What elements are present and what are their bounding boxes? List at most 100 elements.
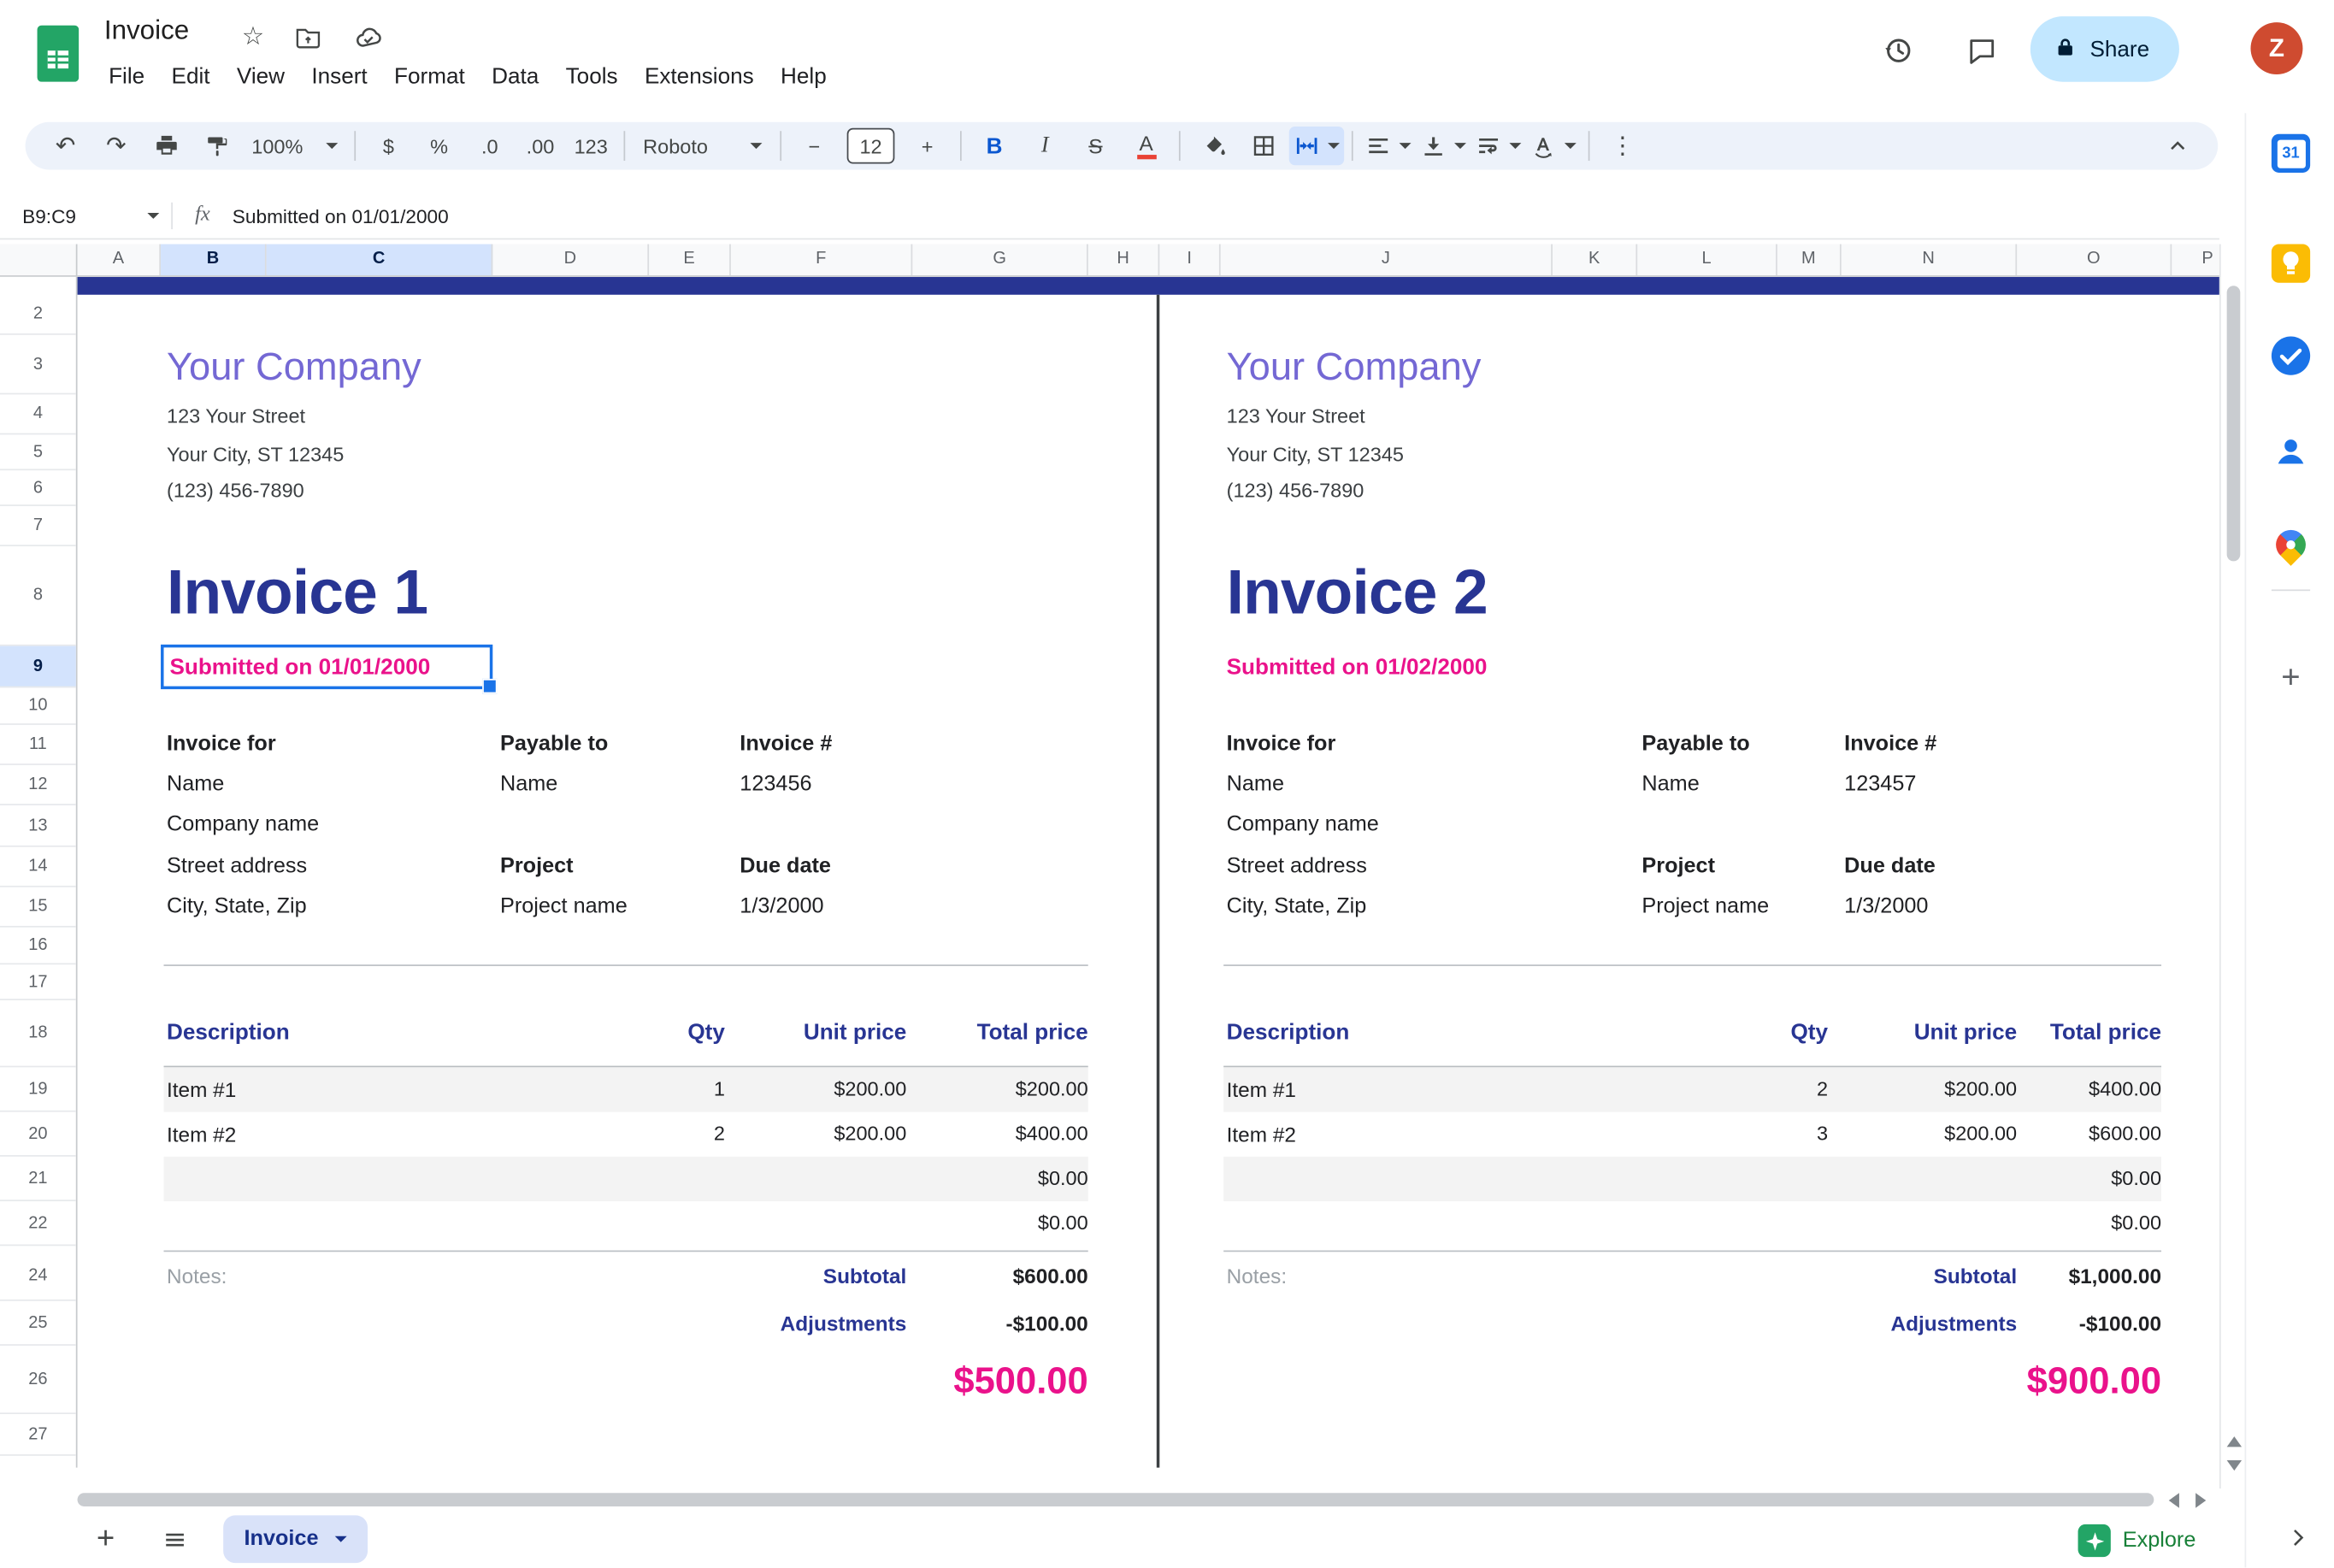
company-name[interactable]: Your Company: [1223, 333, 2161, 399]
description-header[interactable]: Description: [1227, 1000, 1350, 1066]
adjustments-label[interactable]: Adjustments: [781, 1301, 907, 1346]
subtotal-value[interactable]: $600.00: [1013, 1250, 1088, 1300]
borders-button[interactable]: [1239, 127, 1289, 165]
cell-selection-box[interactable]: [161, 645, 492, 689]
total-price-header[interactable]: Total price: [2050, 1000, 2161, 1066]
client-name[interactable]: Name: [1227, 765, 1284, 805]
explore-button[interactable]: Explore: [2078, 1520, 2196, 1562]
row-header-5[interactable]: 5: [0, 434, 76, 470]
hide-menus-button[interactable]: [2153, 127, 2203, 165]
due-date[interactable]: 1/3/2000: [740, 887, 823, 928]
print-button[interactable]: [141, 127, 192, 165]
item-total-price-cell[interactable]: $400.00: [2089, 1067, 2161, 1111]
horizontal-scrollbar-thumb[interactable]: [78, 1493, 2154, 1506]
column-header-F[interactable]: F: [731, 245, 912, 276]
name-box[interactable]: B9:C9: [0, 204, 159, 227]
sheet-tab-invoice[interactable]: Invoice: [223, 1515, 368, 1563]
scroll-left-icon[interactable]: [2169, 1493, 2179, 1507]
address-line[interactable]: Your City, ST 12345: [164, 436, 1088, 474]
row-header-8[interactable]: 8: [0, 546, 76, 646]
formula-input[interactable]: Submitted on 01/01/2000: [233, 204, 449, 227]
vertical-scrollbar[interactable]: [2219, 245, 2245, 1489]
row-header-19[interactable]: 19: [0, 1067, 76, 1111]
menu-tools[interactable]: Tools: [552, 60, 631, 94]
subtotal-label[interactable]: Subtotal: [823, 1250, 907, 1300]
item-qty-cell[interactable]: 1: [714, 1067, 725, 1111]
company-line[interactable]: Company name: [167, 805, 319, 846]
item-unit-price-cell[interactable]: $200.00: [834, 1112, 906, 1157]
row-header-4[interactable]: 4: [0, 394, 76, 434]
item-unit-price-cell[interactable]: $200.00: [834, 1067, 906, 1111]
get-add-ons-icon[interactable]: +: [2272, 658, 2310, 697]
notes-label[interactable]: Notes:: [167, 1250, 227, 1300]
company-name[interactable]: Your Company: [164, 333, 1088, 399]
row-header-3[interactable]: 3: [0, 335, 76, 395]
menu-format[interactable]: Format: [380, 60, 478, 94]
qty-header[interactable]: Qty: [687, 1000, 725, 1066]
project-name[interactable]: Project name: [500, 887, 628, 928]
redo-button[interactable]: ↷: [91, 127, 141, 165]
adjustments-value[interactable]: -$100.00: [1005, 1301, 1087, 1346]
row-header-24[interactable]: 24: [0, 1250, 76, 1300]
vertical-scrollbar-thumb[interactable]: [2227, 286, 2241, 561]
column-header-H[interactable]: H: [1088, 245, 1160, 276]
tasks-icon[interactable]: [2272, 336, 2310, 374]
star-icon[interactable]: ☆: [239, 22, 268, 52]
item-total-price-cell[interactable]: $0.00: [1038, 1157, 1088, 1201]
number-format-button[interactable]: 123: [566, 127, 616, 165]
font-family-control[interactable]: Roboto: [633, 127, 773, 165]
qty-header[interactable]: Qty: [1790, 1000, 1828, 1066]
row-header-10[interactable]: 10: [0, 687, 76, 725]
row-header-16[interactable]: 16: [0, 928, 76, 965]
column-header-E[interactable]: E: [649, 245, 731, 276]
invoice-title[interactable]: Invoice 2: [1223, 539, 2161, 645]
scroll-right-icon[interactable]: [2195, 1493, 2206, 1507]
row-header-21[interactable]: 21: [0, 1157, 76, 1201]
zoom-control[interactable]: 100%: [243, 127, 347, 165]
invoice-for-label[interactable]: Invoice for: [167, 725, 276, 765]
decrease-font-size-button[interactable]: −: [789, 127, 840, 165]
item-description-cell[interactable]: Item #1: [167, 1067, 236, 1111]
row-header-15[interactable]: 15: [0, 887, 76, 928]
item-total-price-cell[interactable]: $0.00: [2111, 1201, 2161, 1246]
row-header-11[interactable]: 11: [0, 725, 76, 765]
menu-extensions[interactable]: Extensions: [631, 60, 767, 94]
row-header-17[interactable]: 17: [0, 964, 76, 1000]
keep-icon[interactable]: [2272, 245, 2310, 283]
invoice-for-label[interactable]: Invoice for: [1227, 725, 1336, 765]
adjustments-label[interactable]: Adjustments: [1891, 1301, 2018, 1346]
scroll-up-icon[interactable]: [2227, 1436, 2242, 1447]
format-currency-button[interactable]: $: [363, 127, 414, 165]
row-header-6[interactable]: 6: [0, 470, 76, 506]
company-line[interactable]: Company name: [1227, 805, 1379, 846]
italic-button[interactable]: I: [1020, 127, 1070, 165]
payable-to-label[interactable]: Payable to: [1641, 725, 1749, 765]
payable-to-label[interactable]: Payable to: [500, 725, 608, 765]
merge-cells-button[interactable]: [1289, 127, 1344, 165]
item-total-price-cell[interactable]: $600.00: [2089, 1112, 2161, 1157]
column-header-N[interactable]: N: [1842, 245, 2017, 276]
row-header-2[interactable]: 2: [0, 295, 76, 335]
submitted-date-cell[interactable]: Submitted on 01/02/2000: [1223, 646, 2161, 689]
column-header-C[interactable]: C: [267, 245, 493, 276]
item-qty-cell[interactable]: 2: [1817, 1067, 1828, 1111]
row-header-9[interactable]: 9: [0, 646, 76, 688]
item-qty-cell[interactable]: 2: [714, 1112, 725, 1157]
comments-icon[interactable]: [1948, 18, 2014, 84]
row-header-12[interactable]: 12: [0, 765, 76, 805]
contacts-icon[interactable]: [2272, 432, 2310, 470]
adjustments-value[interactable]: -$100.00: [2079, 1301, 2161, 1346]
share-button[interactable]: Share: [2030, 16, 2179, 82]
collapse-side-panel-icon[interactable]: [2282, 1521, 2314, 1553]
column-header-O[interactable]: O: [2017, 245, 2172, 276]
item-description-cell[interactable]: Item #1: [1227, 1067, 1296, 1111]
column-header-I[interactable]: I: [1159, 245, 1220, 276]
item-description-cell[interactable]: Item #2: [167, 1112, 236, 1157]
row-header-18[interactable]: 18: [0, 1000, 76, 1067]
payable-name[interactable]: Name: [1641, 765, 1699, 805]
format-percent-button[interactable]: %: [414, 127, 464, 165]
column-header-K[interactable]: K: [1553, 245, 1637, 276]
row-header-13[interactable]: 13: [0, 805, 76, 847]
move-to-folder-icon[interactable]: [293, 22, 323, 52]
increase-font-size-button[interactable]: +: [902, 127, 952, 165]
